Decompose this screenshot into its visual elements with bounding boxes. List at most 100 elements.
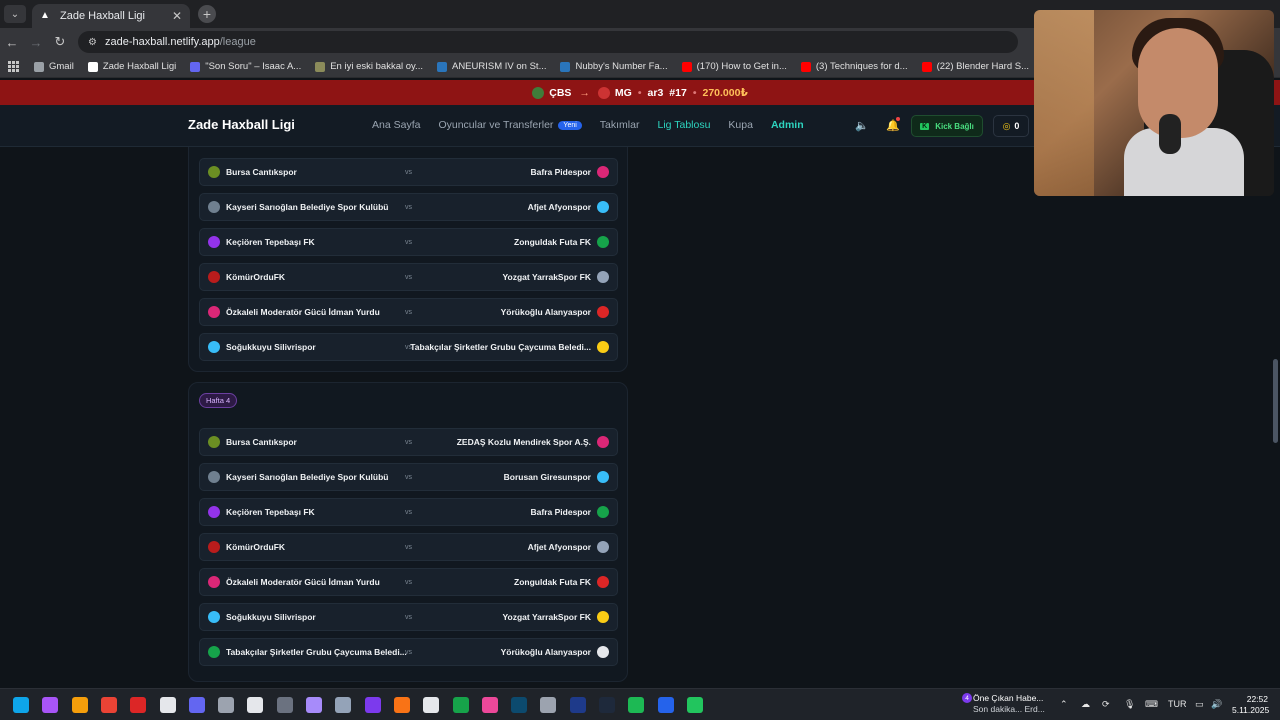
nav-teams[interactable]: Takımlar	[600, 119, 640, 131]
copilot-icon[interactable]	[42, 697, 59, 713]
bookmark-item[interactable]: ANEURISM IV on St...	[436, 61, 546, 72]
bookmark-item[interactable]: Gmail	[34, 61, 74, 72]
speaker-icon[interactable]: 🔈	[855, 119, 869, 132]
bookmark-favicon-icon	[34, 61, 44, 72]
bookmark-favicon-icon	[681, 61, 692, 72]
home-team-name: Kayseri Sarıoğlan Belediye Spor Kulübü	[226, 472, 389, 482]
bookmark-item[interactable]: (22) Blender Hard S...	[921, 61, 1029, 72]
back-icon[interactable]: ←	[0, 35, 24, 50]
app-icon[interactable]	[306, 697, 322, 713]
nav-league-table[interactable]: Lig Tablosu	[657, 119, 710, 131]
address-bar[interactable]: ⚙ zade-haxball.netlify.app /league	[78, 31, 1018, 53]
tab-search-icon[interactable]: ⌄	[4, 5, 26, 23]
windows-start-icon[interactable]	[13, 697, 29, 713]
calculator-icon[interactable]	[686, 697, 703, 713]
tab-close-icon[interactable]: ✕	[172, 9, 182, 23]
match-row[interactable]: Keçiören Tepebaşı FK vs Bafra Pidespor	[199, 498, 618, 526]
nav-home[interactable]: Ana Sayfa	[372, 119, 420, 131]
nav-cup[interactable]: Kupa	[728, 119, 753, 131]
steam-icon[interactable]	[569, 697, 586, 713]
home-crest-icon	[208, 611, 220, 623]
away-team: Yozgat YarrakSpor FK	[503, 611, 609, 623]
mic-icon[interactable]: 🎙	[1124, 699, 1135, 710]
app-icon[interactable]	[218, 697, 235, 713]
away-crest-icon	[597, 306, 609, 318]
blender-icon[interactable]	[364, 697, 381, 713]
vs-label: vs	[405, 473, 412, 481]
keyboard-icon[interactable]: ⌨	[1145, 699, 1158, 710]
home-team: Bursa Cantıkspor	[208, 436, 297, 448]
home-crest-icon	[208, 201, 220, 213]
match-row[interactable]: Özkaleli Moderatör Gücü İdman Yurdu vs Yör…	[199, 298, 618, 326]
news-widget[interactable]: Öne Çıkan Habe... Son dakika... Erd...	[973, 693, 1045, 715]
new-tab-icon[interactable]: +	[198, 5, 216, 23]
away-team: Bafra Pidespor	[531, 166, 609, 178]
away-crest-icon	[597, 541, 609, 553]
home-team-name: Keçiören Tepebaşı FK	[226, 507, 315, 517]
pycharm-icon[interactable]	[423, 697, 440, 713]
fresco-icon[interactable]	[481, 697, 498, 713]
bookmark-label: "Son Soru" – Isaac A...	[205, 61, 302, 72]
nav-admin[interactable]: Admin	[771, 119, 804, 131]
match-row[interactable]: Bursa Cantıkspor vs Bafra Pidespor	[199, 158, 618, 186]
match-row[interactable]: Özkaleli Moderatör Gücü İdman Yurdu vs Zon…	[199, 568, 618, 596]
forward-icon[interactable]: →	[24, 35, 48, 50]
home-team: Özkaleli Moderatör Gücü İdman Yurdu	[208, 576, 380, 588]
home-team: KömürOrduFK	[208, 541, 285, 553]
match-row[interactable]: Soğukkuyu Silivrispor vs Tabakçılar Şirket…	[199, 333, 618, 361]
bookmark-item[interactable]: Zade Haxball Ligi	[87, 61, 176, 72]
system-clock[interactable]: 22:52 5.11.2025	[1232, 694, 1269, 716]
match-row[interactable]: Kayseri Sarıoğlan Belediye Spor Kulübü vs…	[199, 193, 618, 221]
network-icon[interactable]: ▭	[1195, 699, 1204, 710]
match-row[interactable]: Keçiören Tepebaşı FK vs Zonguldak Futa FK	[199, 228, 618, 256]
ticker-from: ÇBS	[549, 86, 572, 99]
chevron-up-icon[interactable]: ⌃	[1060, 699, 1068, 710]
visual-studio-icon[interactable]	[335, 697, 352, 713]
file-explorer-icon[interactable]	[71, 697, 88, 713]
bookmark-item[interactable]: (3) Techniques for d...	[800, 61, 908, 72]
spotify-icon[interactable]	[599, 697, 615, 713]
home-crest-icon	[208, 166, 220, 178]
photoshop-icon[interactable]	[540, 697, 557, 713]
onedrive-icon[interactable]: ☁	[1081, 699, 1090, 710]
bookmark-item[interactable]: Nubby's Number Fa...	[560, 61, 668, 72]
bookmark-item[interactable]: "Son Soru" – Isaac A...	[190, 61, 301, 72]
match-row[interactable]: KömürOrduFK vs Yozgat YarrakSpor FK	[199, 263, 618, 291]
github-icon[interactable]	[276, 697, 293, 713]
reload-icon[interactable]: ↻	[48, 34, 72, 50]
home-crest-icon	[208, 306, 220, 318]
coin-balance[interactable]: ◎ 0	[993, 115, 1029, 137]
opera-icon[interactable]	[130, 697, 147, 713]
bookmark-item[interactable]: En iyi eski bakkal oy...	[315, 61, 423, 72]
apps-icon[interactable]	[8, 60, 20, 73]
match-row[interactable]: Bursa Cantıkspor vs ZEDAŞ Kozlu Mendirek S…	[199, 428, 618, 456]
vs-label: vs	[405, 438, 412, 446]
match-row[interactable]: Kayseri Sarıoğlan Belediye Spor Kulübü vs…	[199, 463, 618, 491]
language-indicator[interactable]: TUR	[1168, 699, 1187, 709]
unreal-icon[interactable]	[247, 697, 264, 713]
site-info-icon[interactable]: ⚙	[88, 37, 97, 48]
site-logo[interactable]: Zade Haxball Ligi	[188, 117, 295, 132]
app-icon[interactable]	[628, 697, 645, 713]
match-row[interactable]: Soğukkuyu Silivrispor vs Yozgat YarrakSpor…	[199, 603, 618, 631]
page-scrollbar[interactable]	[1273, 359, 1278, 443]
bookmark-favicon-icon	[315, 61, 326, 72]
app-icon[interactable]	[657, 697, 674, 713]
away-team-name: Zonguldak Futa FK	[514, 237, 591, 247]
browser-tab[interactable]: ▲ Zade Haxball Ligi ✕	[32, 4, 190, 28]
away-team-name: Afjet Afyonspor	[527, 542, 591, 552]
match-row[interactable]: Tabakçılar Şirketler Grubu Çaycuma Beled…	[199, 638, 618, 666]
match-row[interactable]: KömürOrduFK vs Afjet Afyonspor	[199, 533, 618, 561]
chrome-icon[interactable]	[100, 697, 117, 713]
kick-connected-button[interactable]: K Kick Bağlı	[911, 115, 983, 137]
app-icon[interactable]	[511, 697, 528, 713]
volume-icon[interactable]: 🔊	[1211, 699, 1222, 710]
clock-time: 22:52	[1246, 694, 1268, 704]
nav-players[interactable]: Oyuncular ve Transferler Yeni	[438, 119, 582, 131]
bookmark-item[interactable]: (170) How to Get in...	[681, 61, 787, 72]
app-icon[interactable]	[159, 697, 176, 713]
app-icon[interactable]	[393, 697, 410, 713]
discord-icon[interactable]	[188, 697, 205, 713]
app-icon[interactable]	[452, 697, 469, 713]
sync-icon[interactable]: ⟳	[1102, 699, 1110, 710]
